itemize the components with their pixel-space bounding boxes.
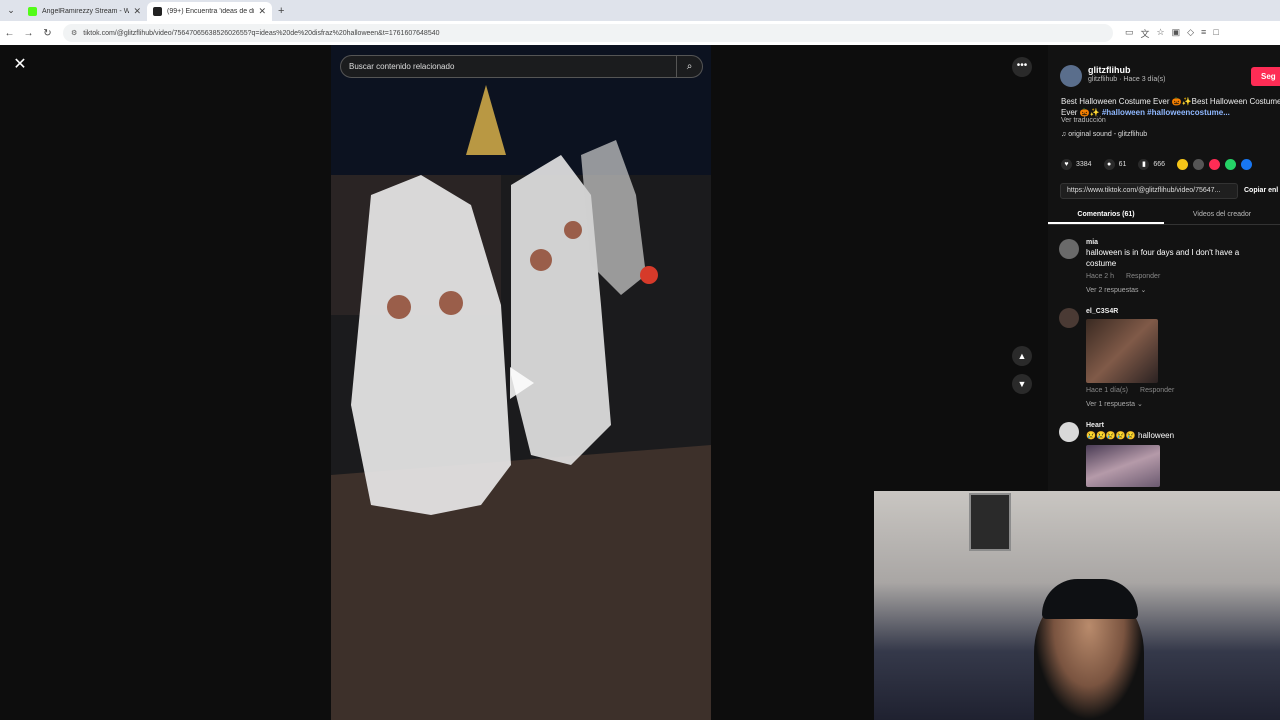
address-bar[interactable]: ⚙ tiktok.com/@glitzflihub/video/75647065… <box>63 24 1113 42</box>
comment-user[interactable]: mia <box>1086 239 1261 246</box>
author-meta: glitzflihub · Hace 3 día(s) <box>1088 76 1166 83</box>
comment-image[interactable] <box>1086 319 1158 383</box>
share-send-icon[interactable] <box>1209 159 1221 170</box>
search-icon[interactable]: ⌕ <box>676 56 702 77</box>
avatar[interactable] <box>1059 422 1079 442</box>
reply-button[interactable]: Responder <box>1126 273 1160 280</box>
close-icon[interactable]: ✕ <box>10 55 30 75</box>
whatsapp-icon[interactable] <box>1225 159 1237 170</box>
like-count: 3384 <box>1076 161 1092 168</box>
new-tab-button[interactable]: + <box>278 5 284 17</box>
embed-icon[interactable] <box>1193 159 1205 170</box>
save-stat[interactable]: ▮ 666 <box>1138 159 1165 170</box>
tab-title: (99+) Encuentra 'ideas de disfr <box>167 8 255 15</box>
browser-toolbar: ← → ↻ ⚙ tiktok.com/@glitzflihub/video/75… <box>0 21 1280 45</box>
avatar[interactable] <box>1059 308 1079 328</box>
follow-button[interactable]: Seg <box>1251 67 1280 86</box>
translate-icon[interactable]: 文 <box>1141 27 1150 40</box>
see-translation-link[interactable]: Ver traducción <box>1061 117 1106 124</box>
engagement-stats: ♥ 3384 ● 61 ▮ 666 <box>1061 159 1257 170</box>
save-count: 666 <box>1153 161 1166 168</box>
sidebar-tabs: Comentarios (61) Videos del creador <box>1048 207 1280 225</box>
share-repost-icon[interactable] <box>1177 159 1189 170</box>
extension-icon[interactable]: □ <box>1213 27 1218 40</box>
streamer-webcam-overlay <box>874 491 1280 720</box>
author-name[interactable]: glitzflihub <box>1088 65 1165 75</box>
comment-user[interactable]: el_C3S4R <box>1086 308 1261 315</box>
tiktok-favicon-icon <box>153 7 162 16</box>
view-replies-link[interactable]: Ver 1 respuesta ⌄ <box>1086 400 1261 408</box>
site-info-icon[interactable]: ⚙ <box>71 29 77 37</box>
view-replies-link[interactable]: Ver 2 respuestas ⌄ <box>1086 286 1261 294</box>
url-text: tiktok.com/@glitzflihub/video/7564706563… <box>83 29 440 37</box>
video-description: Best Halloween Costume Ever 🎃✨Best Hallo… <box>1061 96 1280 118</box>
reply-button[interactable]: Responder <box>1140 387 1174 394</box>
extension-icon[interactable]: ≡ <box>1201 27 1206 40</box>
bookmark-star-icon[interactable]: ☆ <box>1157 27 1165 40</box>
comment-stat[interactable]: ● 61 <box>1103 159 1127 170</box>
wall-poster <box>969 493 1011 551</box>
comment-text: 😢😢😢😢😢 halloween <box>1086 431 1175 440</box>
author-avatar[interactable] <box>1060 65 1082 87</box>
hashtags[interactable]: #halloween #halloweencostume... <box>1102 108 1230 117</box>
kick-favicon-icon <box>28 7 37 16</box>
tab-close-icon[interactable]: ✕ <box>258 6 266 17</box>
reload-icon[interactable]: ↻ <box>38 28 57 39</box>
comment-time: Hace 1 día(s) <box>1086 387 1129 394</box>
next-video-button[interactable]: ▼ <box>1012 374 1032 394</box>
comment-count: 61 <box>1118 161 1127 168</box>
facebook-icon[interactable] <box>1241 159 1253 170</box>
back-arrow-icon[interactable]: ← <box>0 28 19 39</box>
install-app-icon[interactable]: ▭ <box>1125 27 1134 40</box>
tab-tiktok[interactable]: (99+) Encuentra 'ideas de disfr ✕ <box>147 2 272 21</box>
comment-user[interactable]: Heart <box>1086 422 1261 429</box>
tab-search-menu-button[interactable]: ⌄ <box>0 0 22 21</box>
play-icon[interactable] <box>510 367 534 399</box>
comment-item: el_C3S4R Hace 1 día(s) Responder Ver 1 re… <box>1059 308 1261 408</box>
related-search-input[interactable]: Buscar contenido relacionado ⌕ <box>340 55 703 78</box>
heart-icon: ♥ <box>1061 159 1072 170</box>
copy-link-button[interactable]: Copiar enl <box>1238 183 1280 199</box>
extension-icon[interactable]: ◇ <box>1187 27 1194 40</box>
copy-link-row: https://www.tiktok.com/@glitzflihub/vide… <box>1060 183 1280 199</box>
comment-item: mia halloween is in four days and I don'… <box>1059 239 1261 294</box>
more-options-button[interactable]: ••• <box>1012 57 1032 77</box>
like-stat[interactable]: ♥ 3384 <box>1061 159 1092 170</box>
comment-image[interactable] <box>1086 445 1160 487</box>
comment-item: Heart 😢😢😢😢😢 halloween <box>1059 422 1261 487</box>
avatar[interactable] <box>1059 239 1079 259</box>
comment-text: halloween is in four days and I don't ha… <box>1086 248 1240 268</box>
comment-icon: ● <box>1103 159 1115 170</box>
search-placeholder: Buscar contenido relacionado <box>349 62 455 71</box>
bookmark-icon: ▮ <box>1138 159 1150 170</box>
extension-icon[interactable]: ▣ <box>1172 27 1181 40</box>
tab-close-icon[interactable]: ✕ <box>133 6 141 17</box>
video-link-field[interactable]: https://www.tiktok.com/@glitzflihub/vide… <box>1060 183 1238 199</box>
tab-strip: ⌄ AngelRamirezzy Stream - Watc ✕ (99+) E… <box>0 0 1280 21</box>
tab-title: AngelRamirezzy Stream - Watc <box>42 8 130 15</box>
author-info: glitzflihub glitzflihub · Hace 3 día(s) <box>1060 65 1165 87</box>
tab-kick-stream[interactable]: AngelRamirezzy Stream - Watc ✕ <box>22 2 147 21</box>
comment-time: Hace 2 h <box>1086 273 1115 280</box>
previous-video-button[interactable]: ▲ <box>1012 346 1032 366</box>
streamer-cap <box>1042 579 1138 619</box>
forward-arrow-icon[interactable]: → <box>19 28 38 39</box>
tab-creator-videos[interactable]: Videos del creador <box>1164 207 1280 224</box>
original-sound-link[interactable]: ♫ original sound - glitzflihub <box>1061 131 1147 138</box>
tab-comments[interactable]: Comentarios (61) <box>1048 207 1164 224</box>
